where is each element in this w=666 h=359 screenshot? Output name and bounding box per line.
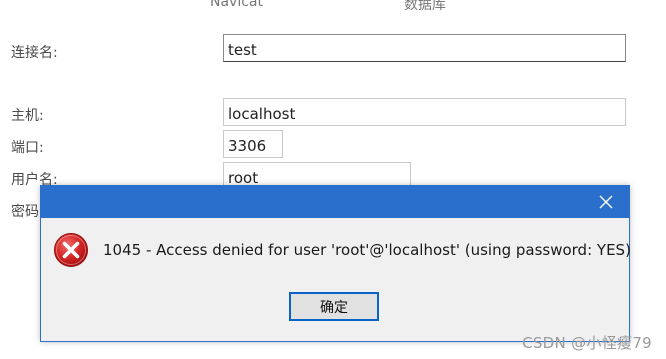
close-button[interactable]	[583, 186, 629, 218]
error-dialog: 1045 - Access denied for user 'root'@'lo…	[40, 185, 631, 342]
host-input[interactable]: localhost	[223, 98, 626, 126]
ok-button-label: 确定	[320, 299, 348, 316]
error-message: 1045 - Access denied for user 'root'@'lo…	[103, 241, 631, 259]
host-label: 主机:	[11, 108, 44, 124]
tab-navicat[interactable]: Navicat	[210, 0, 263, 10]
error-icon	[54, 233, 88, 267]
watermark: CSDN @小怪瘦79	[522, 334, 652, 352]
port-label: 端口:	[11, 140, 44, 156]
ok-button[interactable]: 确定	[289, 292, 379, 321]
connection-name-input[interactable]: test	[223, 34, 626, 62]
password-label: 密码	[11, 204, 39, 220]
dialog-titlebar[interactable]	[41, 186, 629, 218]
tab-database[interactable]: 数据库	[404, 0, 446, 14]
port-input[interactable]: 3306	[223, 130, 283, 158]
connection-name-label: 连接名:	[11, 45, 58, 61]
close-icon	[599, 195, 613, 209]
